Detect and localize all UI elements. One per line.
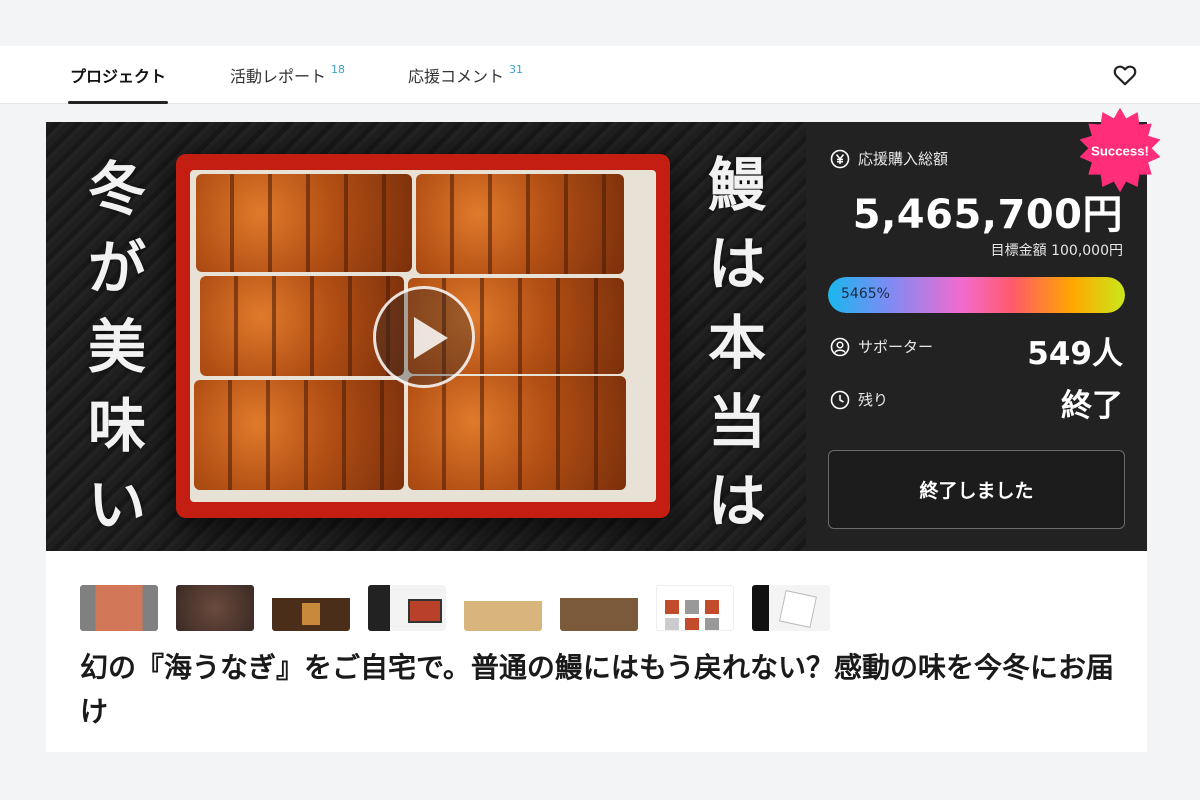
supporters-label-row: サポーター bbox=[830, 336, 933, 357]
tab-project-label: プロジェクト bbox=[70, 67, 167, 86]
thumbnail-5[interactable] bbox=[464, 585, 542, 631]
thumbnail-8[interactable] bbox=[752, 585, 830, 631]
activity-report-count: 18 bbox=[331, 62, 346, 76]
yen-icon bbox=[830, 149, 850, 168]
thumbnail-7[interactable] bbox=[656, 585, 734, 631]
progress-percent: 5465% bbox=[841, 286, 890, 302]
hero-caption-left: 冬 が 美 味 い bbox=[87, 155, 146, 539]
tab-activity-report[interactable]: 活動レポート 18 bbox=[230, 46, 345, 104]
supporters-label: サポーター bbox=[858, 338, 934, 356]
funding-panel: Success! 応援購入総額 5,465,700円 目標金額 100,000円… bbox=[806, 107, 1161, 551]
tab-bar: プロジェクト 活動レポート 18 応援コメント 31 bbox=[0, 46, 1200, 104]
project-card: 冬 が 美 味 い 鰻 は 本 当 は Success! 応援購入総額 5,46… bbox=[46, 107, 1161, 752]
hero-caption-right: 鰻 は 本 当 は bbox=[707, 151, 766, 535]
clock-icon bbox=[830, 390, 850, 409]
thumbnail-2[interactable] bbox=[176, 585, 254, 631]
tab-project[interactable]: プロジェクト bbox=[67, 46, 169, 104]
thumbnail-4[interactable] bbox=[368, 585, 446, 631]
thumbnail-1[interactable] bbox=[80, 585, 158, 631]
project-title: 幻の『海うなぎ』をご自宅で。普通の鰻にはもう戻れない？感動の味を今冬にお届け bbox=[80, 651, 1115, 728]
ended-button[interactable]: 終了しました bbox=[828, 450, 1125, 529]
thumbnail-3[interactable] bbox=[272, 585, 350, 631]
remaining-label: 残り bbox=[858, 391, 889, 409]
progress-bar: 5465% bbox=[828, 277, 1125, 313]
support-comments-count: 31 bbox=[509, 62, 524, 76]
play-icon[interactable] bbox=[373, 286, 475, 388]
thumbnail-6[interactable] bbox=[560, 585, 638, 631]
total-label-row: 応援購入総額 bbox=[830, 148, 948, 169]
hero-video[interactable]: 冬 が 美 味 い 鰻 は 本 当 は bbox=[46, 122, 806, 551]
user-icon bbox=[830, 337, 850, 356]
total-amount: 5,465,700円 bbox=[852, 192, 1123, 238]
favorite-heart-icon[interactable] bbox=[1112, 62, 1138, 88]
supporters-count: 549人 bbox=[1027, 336, 1123, 372]
tab-support-comments[interactable]: 応援コメント 31 bbox=[408, 46, 523, 104]
success-badge: Success! bbox=[1079, 107, 1161, 193]
tab-activity-report-label: 活動レポート bbox=[230, 67, 327, 86]
tab-support-comments-label: 応援コメント bbox=[408, 67, 505, 86]
total-label: 応援購入総額 bbox=[858, 150, 949, 168]
remaining-value: 終了 bbox=[1061, 388, 1123, 424]
thumbnail-strip bbox=[80, 585, 830, 631]
goal-amount: 目標金額 100,000円 bbox=[990, 243, 1123, 259]
remaining-label-row: 残り bbox=[830, 389, 888, 410]
success-badge-label: Success! bbox=[1091, 143, 1149, 158]
